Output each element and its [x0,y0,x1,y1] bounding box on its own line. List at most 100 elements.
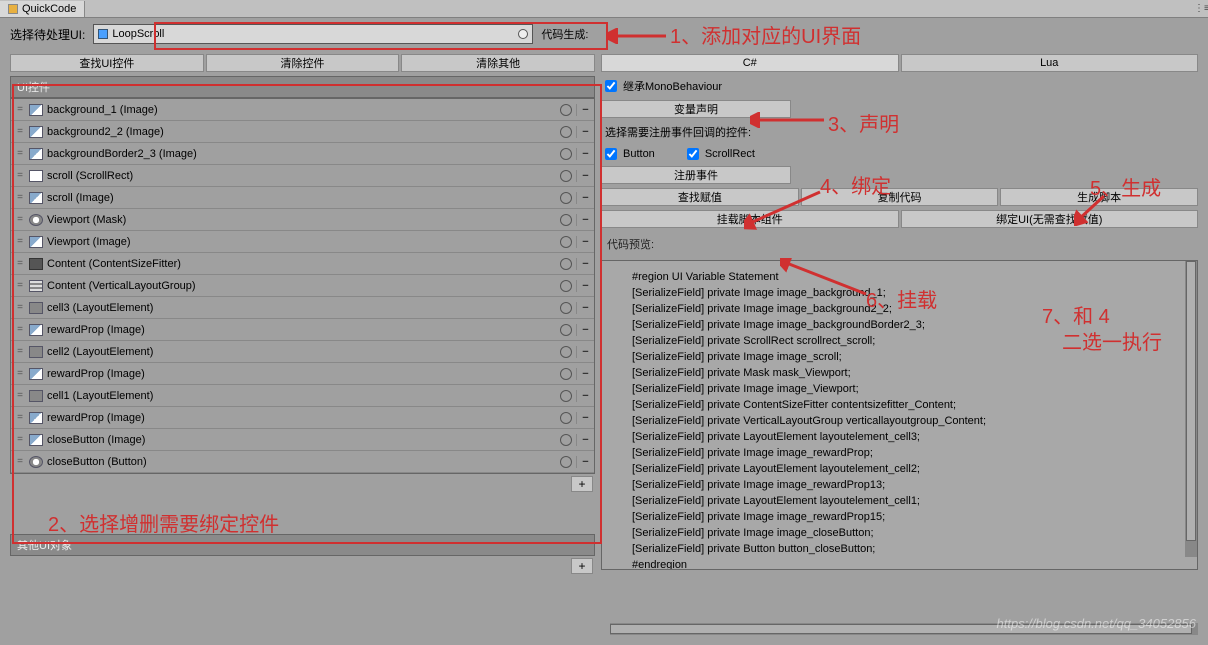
object-picker-icon[interactable] [560,434,572,446]
left-panel: 查找UI控件 清除控件 清除其他 UI控件 =background_1 (Ima… [10,54,595,606]
code-line: [SerializeField] private VerticalLayoutG… [632,413,1167,429]
remove-button[interactable]: − [576,412,594,424]
drag-handle-icon[interactable]: = [11,412,29,423]
remove-button[interactable]: − [576,368,594,380]
mono-checkbox[interactable] [605,80,617,92]
drag-handle-icon[interactable]: = [11,148,29,159]
drag-handle-icon[interactable]: = [11,456,29,467]
window-tab[interactable]: QuickCode [0,1,85,17]
window-menu-icon[interactable]: ⋮≡ [1194,3,1208,14]
object-picker-icon[interactable] [560,192,572,204]
remove-button[interactable]: − [576,126,594,138]
list-item[interactable]: =closeButton (Button)− [11,451,594,473]
tab-csharp[interactable]: C# [601,54,899,72]
drag-handle-icon[interactable]: = [11,434,29,445]
remove-button[interactable]: − [576,346,594,358]
object-picker-icon[interactable] [560,214,572,226]
component-icon [29,302,43,314]
find-ui-button[interactable]: 查找UI控件 [10,54,204,72]
object-picker-icon[interactable] [560,126,572,138]
list-item[interactable]: =Viewport (Mask)− [11,209,594,231]
remove-button[interactable]: − [576,104,594,116]
button-checkbox[interactable] [605,148,617,160]
bind-ui-button[interactable]: 绑定UI(无需查找赋值) [901,210,1199,228]
add-other-button[interactable]: + [571,558,593,574]
list-item[interactable]: =cell3 (LayoutElement)− [11,297,594,319]
code-preview: #region UI Variable Statement[SerializeF… [601,260,1198,570]
var-decl-button[interactable]: 变量声明 [601,100,791,118]
drag-handle-icon[interactable]: = [11,324,29,335]
clear-other-button[interactable]: 清除其他 [401,54,595,72]
object-picker-icon[interactable] [560,324,572,336]
list-item[interactable]: =backgroundBorder2_3 (Image)− [11,143,594,165]
object-picker-icon[interactable] [560,258,572,270]
list-item[interactable]: =cell2 (LayoutElement)− [11,341,594,363]
drag-handle-icon[interactable]: = [11,368,29,379]
drag-handle-icon[interactable]: = [11,346,29,357]
object-picker-icon[interactable] [560,104,572,116]
list-item[interactable]: =closeButton (Image)− [11,429,594,451]
scrollbar-vertical[interactable] [1185,261,1197,557]
register-event-button[interactable]: 注册事件 [601,166,791,184]
remove-button[interactable]: − [576,214,594,226]
object-field[interactable]: LoopScroll [93,24,533,44]
list-item[interactable]: =Viewport (Image)− [11,231,594,253]
right-panel: C# Lua 继承MonoBehaviour 变量声明 选择需要注册事件回调的控… [601,54,1198,606]
list-item[interactable]: =rewardProp (Image)− [11,363,594,385]
object-picker-icon[interactable] [560,368,572,380]
clear-ctrl-button[interactable]: 清除控件 [206,54,400,72]
list-item[interactable]: =rewardProp (Image)− [11,319,594,341]
attach-script-button[interactable]: 挂载脚本组件 [601,210,899,228]
remove-button[interactable]: − [576,258,594,270]
other-section-header: 其他UI对象 [10,534,595,556]
list-item[interactable]: =Content (VerticalLayoutGroup)− [11,275,594,297]
object-picker-icon[interactable] [560,236,572,248]
gen-script-button[interactable]: 生成脚本 [1000,188,1198,206]
object-picker-icon[interactable] [560,412,572,424]
list-item[interactable]: =rewardProp (Image)− [11,407,594,429]
remove-button[interactable]: − [576,390,594,402]
drag-handle-icon[interactable]: = [11,390,29,401]
copy-code-button[interactable]: 复制代码 [801,188,999,206]
list-item[interactable]: =background_1 (Image)− [11,99,594,121]
remove-button[interactable]: − [576,324,594,336]
component-icon [29,280,43,292]
object-picker-icon[interactable] [518,29,528,39]
object-picker-icon[interactable] [560,170,572,182]
tab-lua[interactable]: Lua [901,54,1199,72]
remove-button[interactable]: − [576,148,594,160]
list-item[interactable]: =scroll (ScrollRect)− [11,165,594,187]
drag-handle-icon[interactable]: = [11,104,29,115]
list-item[interactable]: =background2_2 (Image)− [11,121,594,143]
preview-label: 代码预览: [601,232,1198,256]
object-picker-icon[interactable] [560,346,572,358]
code-line: [SerializeField] private LayoutElement l… [632,461,1167,477]
remove-button[interactable]: − [576,170,594,182]
object-picker-icon[interactable] [560,302,572,314]
drag-handle-icon[interactable]: = [11,214,29,225]
drag-handle-icon[interactable]: = [11,236,29,247]
remove-button[interactable]: − [576,236,594,248]
object-picker-icon[interactable] [560,390,572,402]
object-picker-icon[interactable] [560,280,572,292]
drag-handle-icon[interactable]: = [11,192,29,203]
remove-button[interactable]: − [576,280,594,292]
list-item[interactable]: =cell1 (LayoutElement)− [11,385,594,407]
remove-button[interactable]: − [576,434,594,446]
remove-button[interactable]: − [576,302,594,314]
drag-handle-icon[interactable]: = [11,302,29,313]
find-assign-button[interactable]: 查找赋值 [601,188,799,206]
drag-handle-icon[interactable]: = [11,258,29,269]
add-ui-button[interactable]: + [571,476,593,492]
remove-button[interactable]: − [576,456,594,468]
remove-button[interactable]: − [576,192,594,204]
drag-handle-icon[interactable]: = [11,280,29,291]
list-item[interactable]: =scroll (Image)− [11,187,594,209]
drag-handle-icon[interactable]: = [11,126,29,137]
list-item[interactable]: =Content (ContentSizeFitter)− [11,253,594,275]
object-picker-icon[interactable] [560,456,572,468]
drag-handle-icon[interactable]: = [11,170,29,181]
titlebar: QuickCode ⋮≡ [0,0,1208,18]
object-picker-icon[interactable] [560,148,572,160]
scrollrect-checkbox[interactable] [687,148,699,160]
